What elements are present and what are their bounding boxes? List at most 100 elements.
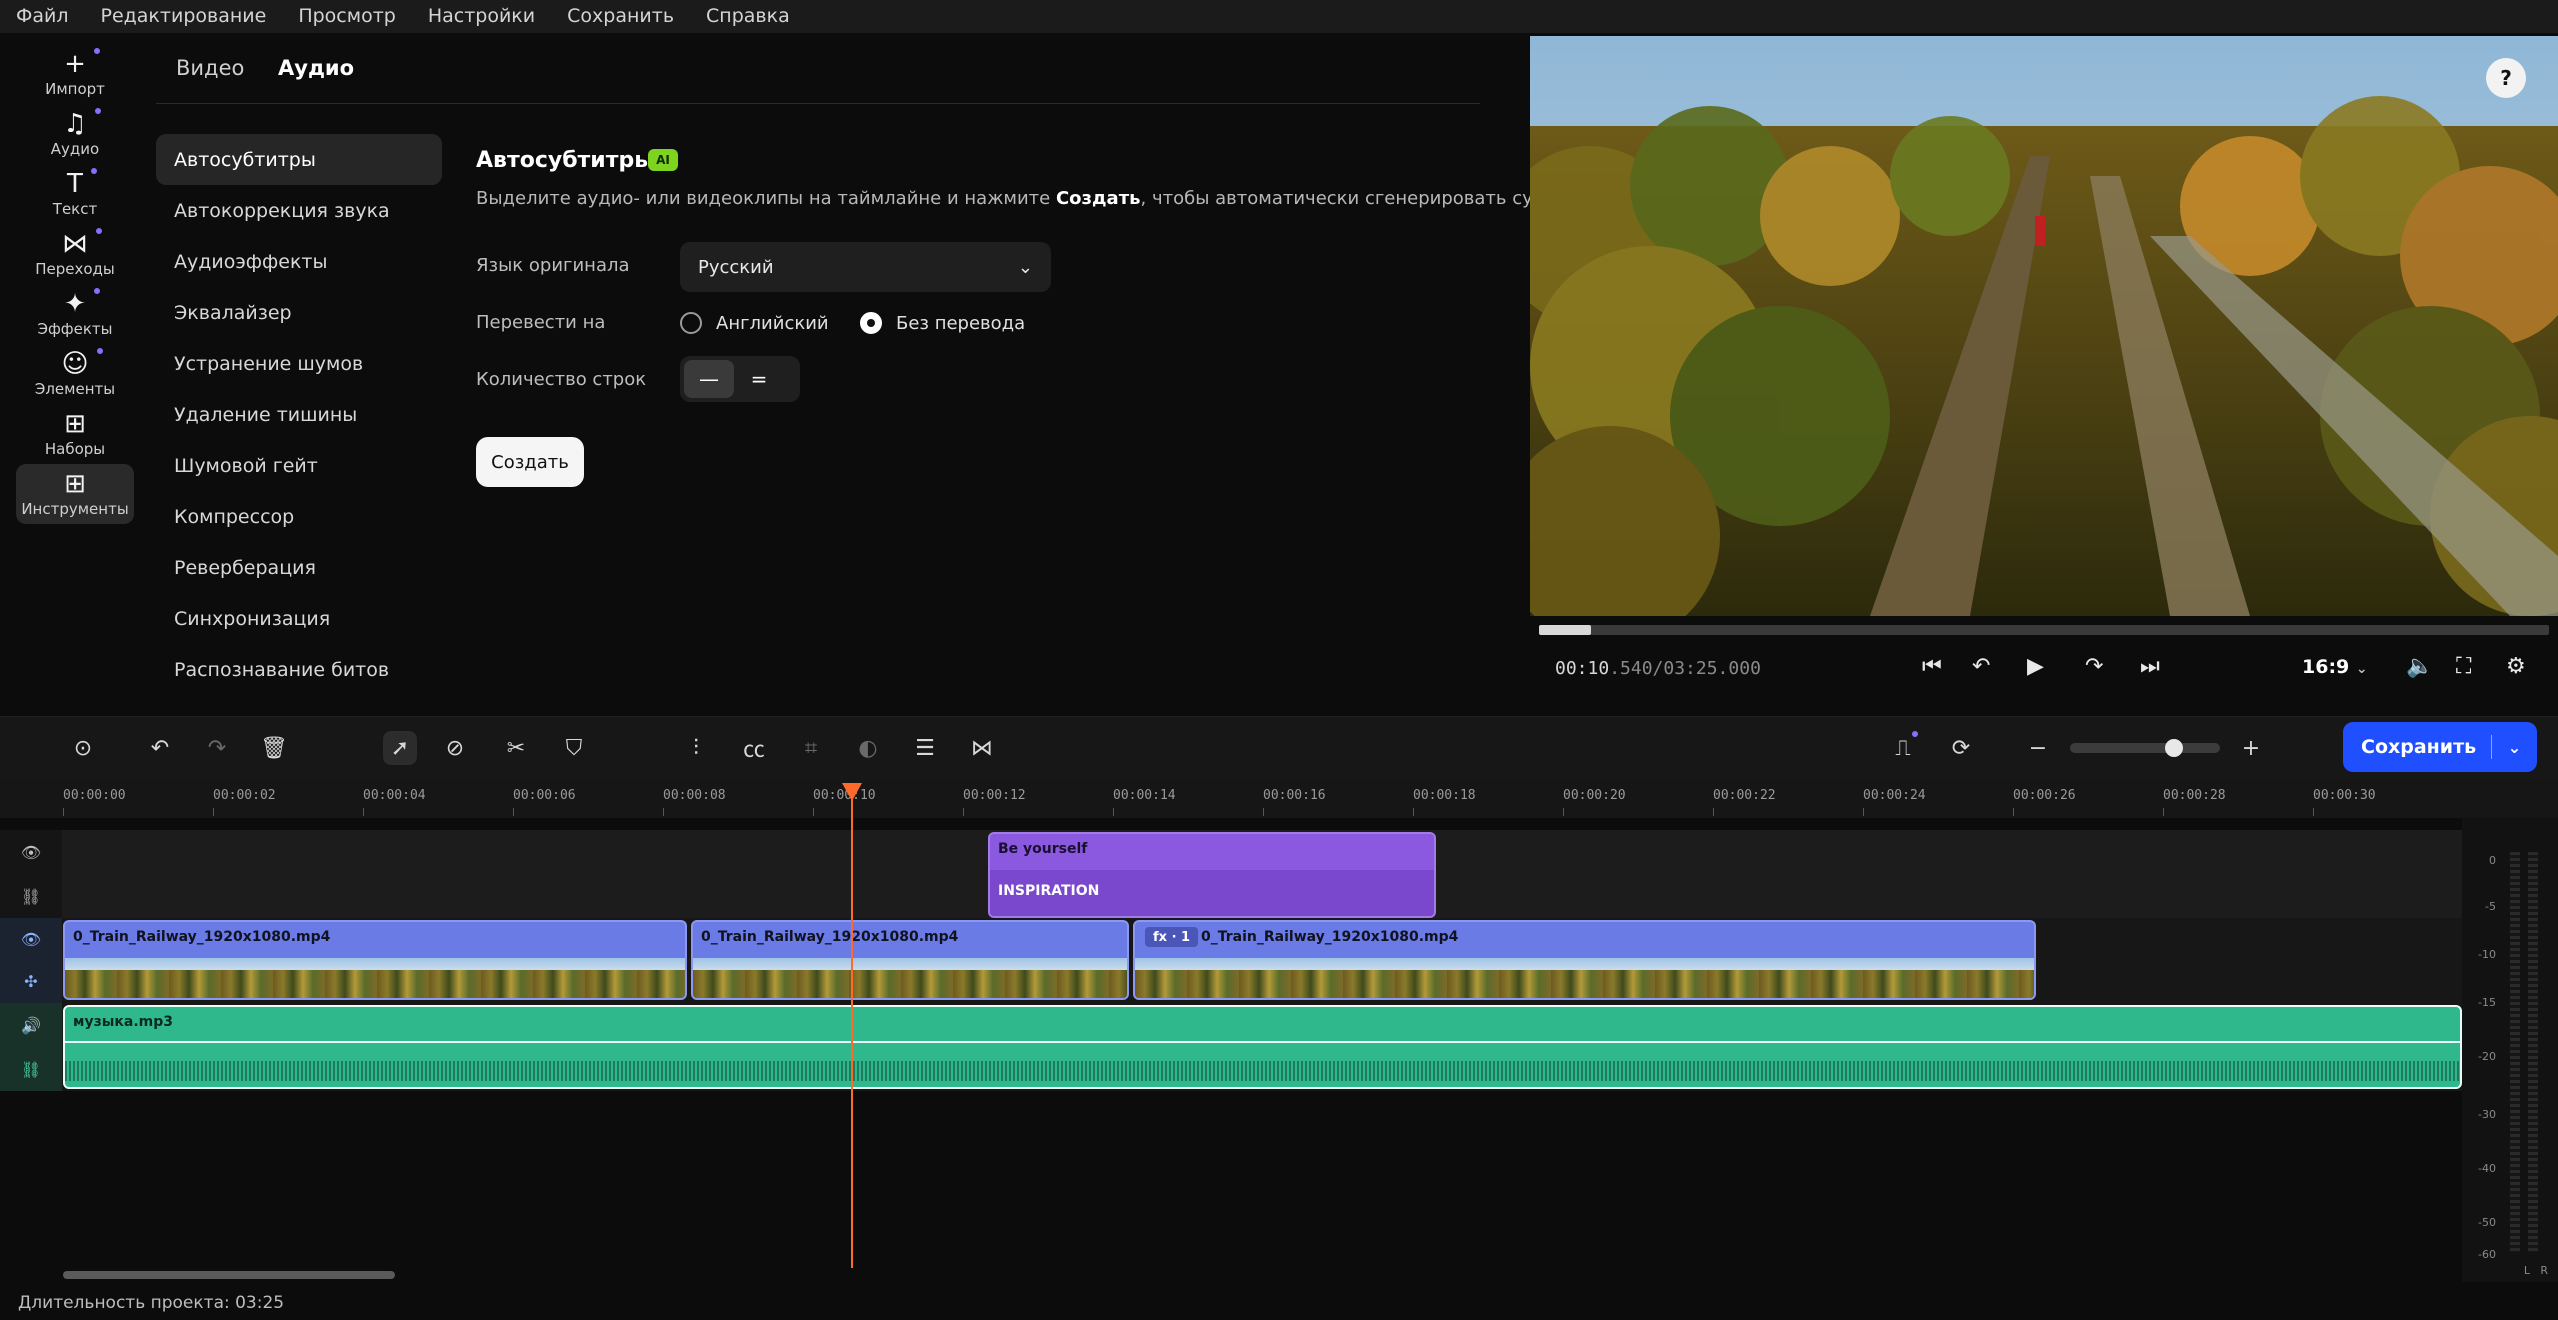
chevron-down-icon[interactable]: ⌄	[2492, 738, 2537, 757]
gear-icon[interactable]: ⚙	[2506, 654, 2526, 679]
step-forward-icon[interactable]: ↷	[2085, 654, 2103, 679]
video-preview[interactable]	[1530, 36, 2558, 616]
skip-start-icon[interactable]: ⏮	[1922, 654, 1942, 679]
menu-edit[interactable]: Редактирование	[85, 0, 283, 33]
captions-icon[interactable]: ㏄	[737, 731, 771, 765]
menu-settings[interactable]: Настройки	[412, 0, 551, 33]
single-line-icon[interactable]: —	[684, 360, 734, 398]
color-icon[interactable]: ◐	[851, 731, 885, 765]
fullscreen-icon[interactable]: ⛶	[2456, 654, 2471, 679]
trash-icon[interactable]: 🗑	[257, 731, 291, 765]
aspect-ratio-select[interactable]: 16:9 ⌄	[2302, 656, 2368, 678]
feature-audio-effects[interactable]: Аудиоэффекты	[156, 236, 442, 287]
feature-equalizer[interactable]: Эквалайзер	[156, 287, 442, 338]
save-button[interactable]: Сохранить ⌄	[2343, 722, 2537, 772]
sidebar-item-elements[interactable]: ☺ Элементы	[16, 344, 134, 404]
meter-label: -50	[2478, 1216, 2496, 1229]
sparkle-icon[interactable]: ✣	[24, 972, 37, 991]
eye-icon[interactable]: 👁	[21, 843, 41, 862]
ruler-tick-label: 00:00:12	[963, 788, 1026, 803]
transition-icon[interactable]: ⋈	[965, 731, 999, 765]
feature-autosubtitles[interactable]: Автосубтитры	[156, 134, 442, 185]
tab-video[interactable]: Видео	[176, 56, 244, 80]
crop-icon[interactable]: ⌗	[794, 731, 828, 765]
meter-label: -5	[2485, 900, 2496, 913]
timeline-ruler[interactable]: 00:00:00 00:00:02 00:00:04 00:00:06 00:00:08…	[0, 778, 2558, 818]
text-clip-subtitle: INSPIRATION	[998, 883, 1100, 899]
project-duration: Длительность проекта: 03:25	[18, 1293, 285, 1313]
redo-icon[interactable]: ↷	[200, 731, 234, 765]
menu-view[interactable]: Просмотр	[282, 0, 412, 33]
zoom-slider[interactable]	[2070, 739, 2220, 757]
voice-icon[interactable]: ⎍	[1886, 731, 1920, 765]
sidebar-item-import[interactable]: + Импорт	[16, 44, 134, 104]
feature-auto-correction[interactable]: Автокоррекция звука	[156, 185, 442, 236]
text-clip[interactable]: Be yourself INSPIRATION	[988, 832, 1436, 918]
video-clip[interactable]: fx · 1 0_Train_Railway_1920x1080.mp4	[1133, 920, 2036, 1000]
step-back-icon[interactable]: ↶	[1972, 654, 1990, 679]
ruler-tick-label: 00:00:14	[1113, 788, 1176, 803]
ruler-tick	[513, 808, 514, 816]
playback-progress[interactable]	[1539, 625, 2549, 635]
razor-icon[interactable]: ⊘	[438, 731, 472, 765]
audio-clip[interactable]: музыка.mp3	[63, 1005, 2462, 1089]
feature-beat-detection[interactable]: Распознавание битов	[156, 644, 442, 695]
playhead[interactable]	[851, 784, 853, 1268]
video-clip[interactable]: 0_Train_Railway_1920x1080.mp4	[63, 920, 687, 1000]
speaker-icon[interactable]: 🔊	[21, 1016, 41, 1035]
sidebar-item-text[interactable]: T Текст	[16, 164, 134, 224]
eye-icon[interactable]: 👁	[21, 930, 41, 949]
sidebar-item-transitions[interactable]: ⋈ Переходы	[16, 224, 134, 284]
sparkle-icon: ✦	[64, 288, 100, 318]
sidebar-item-tools[interactable]: ⊞ Инструменты	[16, 464, 134, 524]
skip-end-icon[interactable]: ⏭	[2140, 654, 2160, 679]
radio-english[interactable]: Английский	[680, 312, 829, 334]
adjust-icon[interactable]: ☰	[908, 731, 942, 765]
marker-icon[interactable]: ⛉	[557, 731, 591, 765]
play-icon[interactable]: ▶	[2027, 654, 2044, 679]
sidebar-item-sets[interactable]: ⊞ Наборы	[16, 404, 134, 464]
lines-label: Количество строк	[476, 369, 647, 390]
create-button[interactable]: Создать	[476, 437, 584, 487]
menu-bar: Файл Редактирование Просмотр Настройки С…	[0, 0, 2558, 33]
color-match-icon[interactable]: ⟳	[1944, 731, 1978, 765]
sidebar-item-effects[interactable]: ✦ Эффекты	[16, 284, 134, 344]
tab-audio[interactable]: Аудио	[278, 56, 354, 80]
ruler-tick-label: 00:00:02	[213, 788, 276, 803]
zoom-out-icon[interactable]: −	[2021, 731, 2055, 765]
playhead-handle[interactable]	[842, 783, 862, 801]
ruler-tick	[663, 808, 664, 816]
feature-noise-gate[interactable]: Шумовой гейт	[156, 440, 442, 491]
zoom-handle[interactable]	[2165, 739, 2184, 757]
undo-icon[interactable]: ↶	[143, 731, 177, 765]
smiley-icon: ☺	[61, 348, 103, 378]
unlink-icon[interactable]: ⛓	[21, 1060, 41, 1079]
radio-no-translation[interactable]: Без перевода	[860, 312, 1025, 334]
text-clip-sub[interactable]: INSPIRATION	[990, 870, 1434, 916]
lang-select[interactable]: Русский ⌄	[680, 242, 1051, 292]
menu-save[interactable]: Сохранить	[551, 0, 690, 33]
sidebar-item-audio[interactable]: ♫ Аудио	[16, 104, 134, 164]
feature-silence-removal[interactable]: Удаление тишины	[156, 389, 442, 440]
link-icon[interactable]: ⛓	[21, 887, 41, 906]
audio-wave-icon[interactable]: ⫶	[679, 731, 713, 765]
feature-compressor[interactable]: Компрессор	[156, 491, 442, 542]
help-icon[interactable]: ?	[2486, 58, 2526, 98]
menu-file[interactable]: Файл	[0, 0, 85, 33]
timeline-scrollbar[interactable]	[63, 1271, 395, 1279]
select-arrow-icon[interactable]: ➚	[383, 731, 417, 765]
scissors-icon[interactable]: ✂	[499, 731, 533, 765]
zoom-in-icon[interactable]: +	[2234, 731, 2268, 765]
menu-help[interactable]: Справка	[690, 0, 806, 33]
double-line-icon[interactable]: =	[734, 360, 784, 398]
volume-icon[interactable]: 🔈	[2406, 654, 2433, 679]
video-clip[interactable]: 0_Train_Railway_1920x1080.mp4	[691, 920, 1129, 1000]
save-label: Сохранить	[2361, 736, 2477, 758]
record-icon[interactable]: ⊙	[66, 731, 100, 765]
feature-sync[interactable]: Синхронизация	[156, 593, 442, 644]
feature-reverb[interactable]: Реверберация	[156, 542, 442, 593]
meter-label: -60	[2478, 1248, 2496, 1261]
time-total: .540/03:25.000	[1609, 658, 1761, 679]
feature-noise-removal[interactable]: Устранение шумов	[156, 338, 442, 389]
time-current: 00:10	[1555, 658, 1610, 679]
